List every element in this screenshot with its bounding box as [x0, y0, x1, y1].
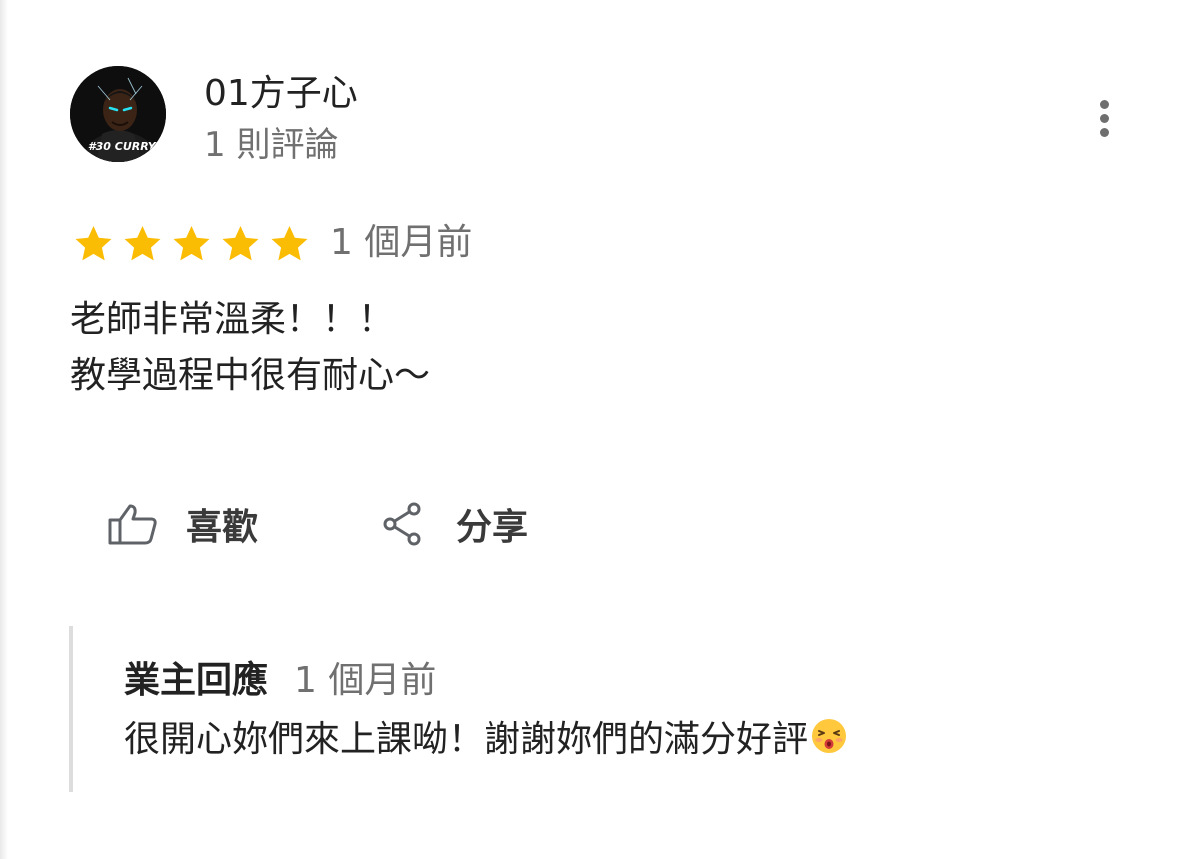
review-text-line: 老師非常溫柔！！！ — [70, 299, 395, 340]
star-icon — [124, 226, 161, 261]
review-date: 1 個月前 — [330, 222, 473, 263]
owner-reply-header: 業主回應 1 個月前 — [124, 652, 436, 702]
owner-reply-date: 1 個月前 — [294, 660, 437, 701]
reviewer-avatar[interactable]: #30 CURRY — [70, 66, 166, 162]
share-label: 分享 — [456, 507, 529, 548]
more-options-button[interactable] — [1082, 96, 1126, 140]
star-icon — [173, 226, 210, 261]
review-text-line: 教學過程中很有耐心～ — [70, 355, 431, 396]
like-label: 喜歡 — [186, 507, 259, 548]
owner-reply-divider — [69, 626, 73, 792]
share-button[interactable]: 分享 — [380, 498, 528, 550]
avatar-jersey-text: #30 CURRY — [88, 140, 157, 153]
owner-reply-label: 業主回應 — [124, 660, 269, 701]
left-edge-shadow — [0, 0, 8, 859]
owner-reply-text: 很開心妳們來上課呦！謝謝妳們的滿分好評 — [124, 710, 848, 762]
review-card: #30 CURRY 01方子心 1 則評論 1 個月前 老師非常溫柔！！！ 教學… — [0, 0, 1202, 859]
like-button[interactable]: 喜歡 — [108, 498, 258, 550]
star-icon — [271, 226, 308, 261]
share-icon — [383, 502, 421, 546]
review-text: 老師非常溫柔！！！ 教學過程中很有耐心～ — [70, 292, 430, 404]
kissing-face-emoji-icon — [812, 719, 847, 753]
star-icon — [75, 226, 112, 261]
reviewer-name[interactable]: 01方子心 — [204, 70, 358, 118]
star-rating — [70, 222, 313, 266]
reviewer-review-count: 1 則評論 — [204, 125, 339, 165]
star-icon — [222, 226, 259, 261]
thumbs-up-icon — [108, 504, 157, 545]
owner-reply-message: 很開心妳們來上課呦！謝謝妳們的滿分好評 — [124, 719, 809, 760]
more-vert-icon — [1099, 99, 1109, 109]
